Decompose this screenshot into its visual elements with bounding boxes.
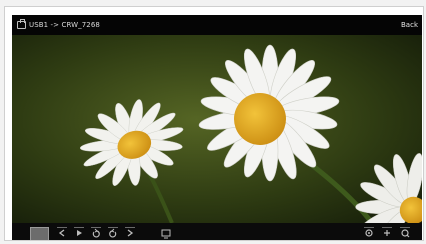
top-bar: USB1 -> CRW_7268 Back	[12, 15, 422, 35]
screenshot-frame: USB1 -> CRW_7268 Back	[4, 6, 424, 241]
thumbnail-icon[interactable]	[30, 227, 49, 240]
settings-icon[interactable]	[398, 226, 412, 240]
back-button[interactable]: Back	[401, 19, 418, 31]
zoom-icon[interactable]	[362, 226, 376, 240]
slideshow-icon[interactable]	[159, 226, 173, 240]
photo-display	[12, 35, 422, 223]
rotate-right-icon[interactable]	[106, 226, 120, 240]
media-viewer: USB1 -> CRW_7268 Back	[12, 15, 422, 240]
file-path: USB1 -> CRW_7268	[29, 21, 100, 29]
control-bar	[12, 223, 422, 240]
next-icon[interactable]	[123, 226, 137, 240]
previous-icon[interactable]	[55, 226, 69, 240]
play-icon[interactable]	[72, 226, 86, 240]
info-icon[interactable]	[380, 226, 394, 240]
rotate-left-icon[interactable]	[89, 226, 103, 240]
usb-drive-icon	[17, 19, 26, 29]
